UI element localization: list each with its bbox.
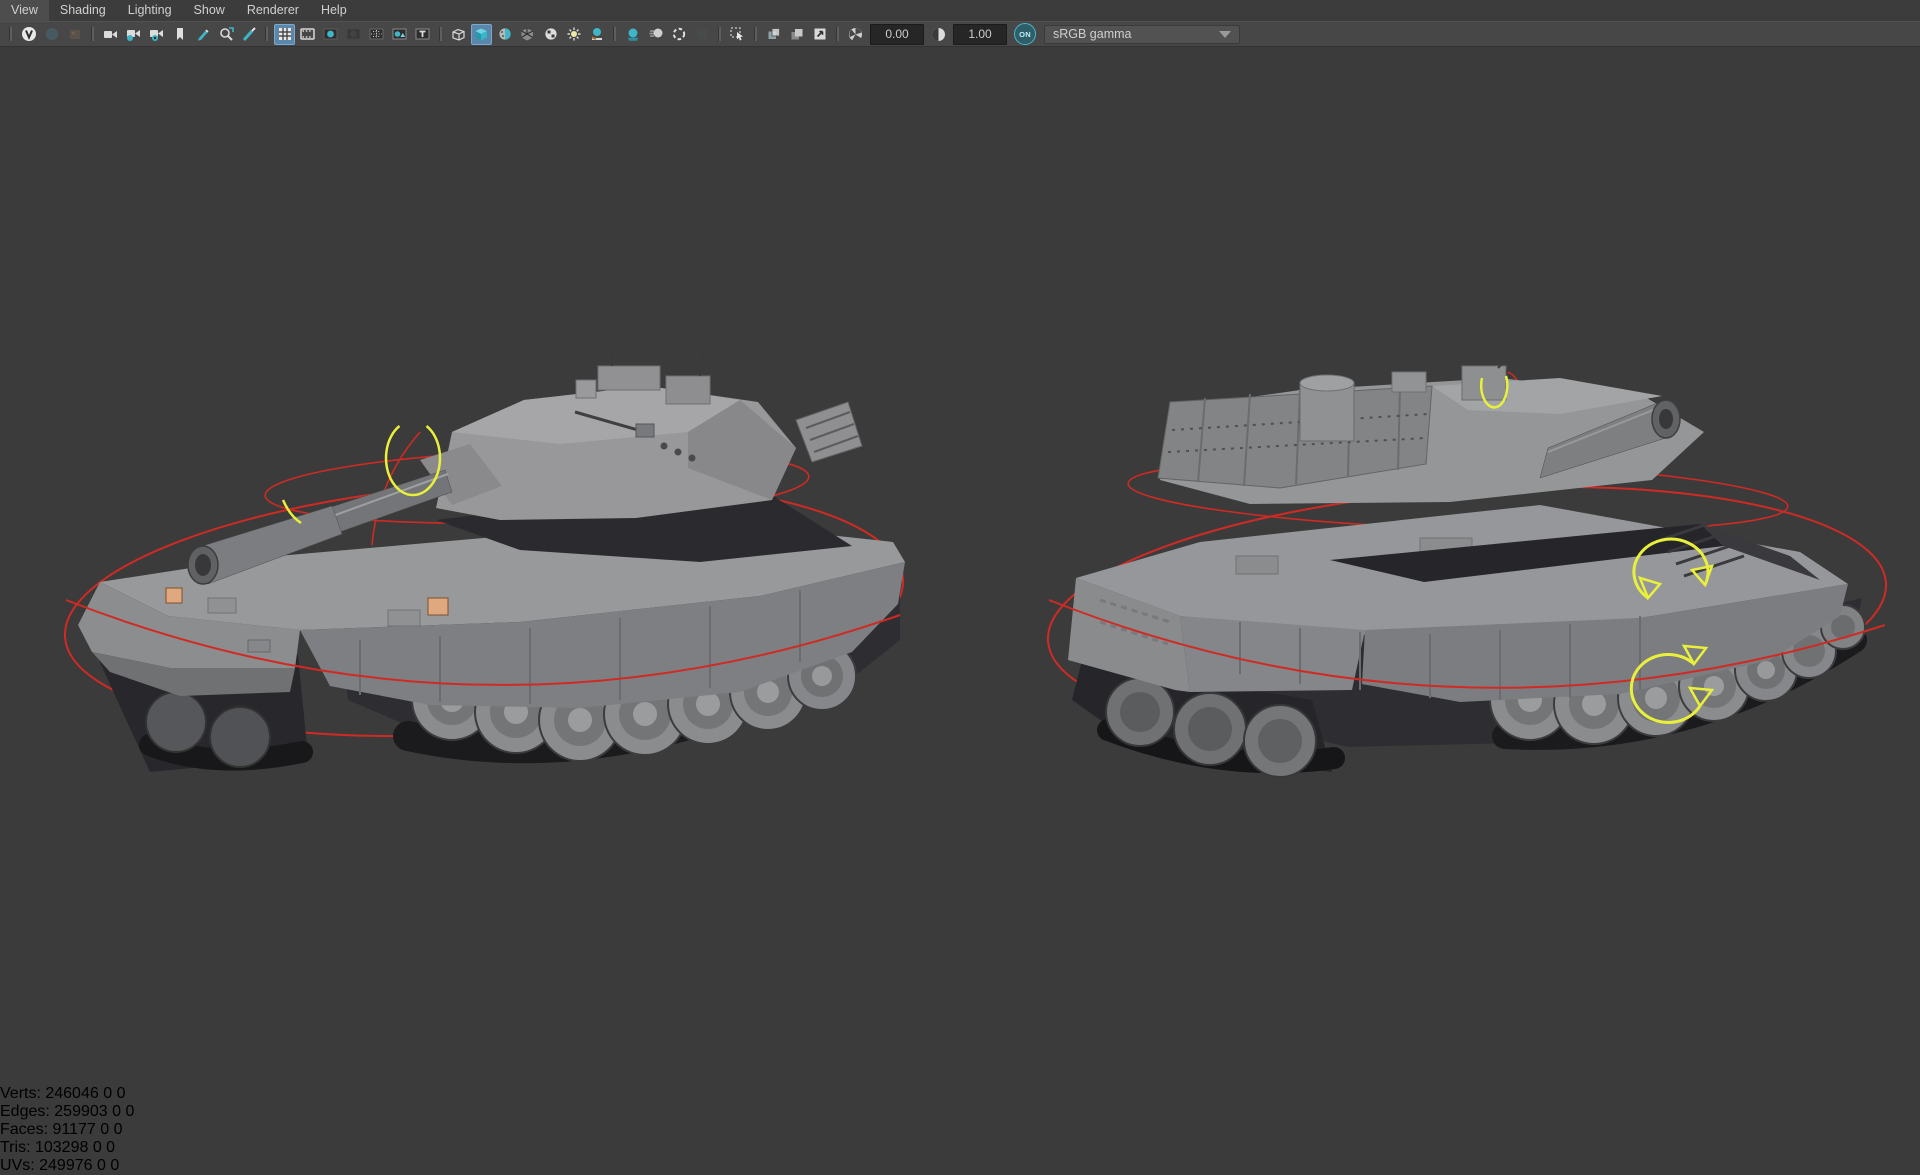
smooth-shade-icon[interactable] xyxy=(471,23,492,45)
hud-verts-col3: 0 xyxy=(116,1085,126,1102)
xray-icon[interactable] xyxy=(763,24,784,45)
anti-aliasing-icon[interactable] xyxy=(668,24,689,45)
menu-view[interactable]: View xyxy=(0,0,49,21)
hud-uvs-col2: 0 xyxy=(96,1157,106,1174)
wireframe-on-shaded-icon[interactable] xyxy=(517,24,538,45)
tank-model-right[interactable] xyxy=(1068,317,1867,778)
scene-3d-view xyxy=(63,317,1888,778)
hud-uvs-label: UVs: xyxy=(0,1157,35,1174)
grid-icon[interactable] xyxy=(274,23,295,45)
hud-edges-total: 259903 xyxy=(54,1103,108,1120)
gate-mask-icon[interactable] xyxy=(343,24,364,45)
toolbar-separator xyxy=(613,27,616,41)
view-transform-dropdown[interactable]: sRGB gamma xyxy=(1044,24,1240,44)
plugin-shapes-icon[interactable] xyxy=(809,24,830,45)
hud-verts-label: Verts: xyxy=(0,1085,41,1102)
use-all-lights-icon[interactable] xyxy=(563,24,584,45)
hud-row-tris: Tris: 103298 0 0 xyxy=(0,1139,1920,1157)
film-gate-icon[interactable] xyxy=(297,24,318,45)
pan-zoom-tool-icon[interactable] xyxy=(215,24,236,45)
hud-tris-label: Tris: xyxy=(0,1139,31,1156)
isolate-select-icon[interactable] xyxy=(727,24,748,45)
highlight-object-left-a[interactable] xyxy=(165,587,183,604)
resolution-gate-icon[interactable] xyxy=(320,24,341,45)
poly-count-hud: Verts: 246046 0 0 Edges: 259903 0 0 Face… xyxy=(0,1085,1920,1175)
hud-row-uvs: UVs: 249976 0 0 xyxy=(0,1157,1920,1175)
image-plane-dim-icon[interactable] xyxy=(64,24,85,45)
color-management-toggle[interactable]: ON xyxy=(1014,23,1036,45)
hud-faces-total: 91177 xyxy=(52,1121,96,1138)
hud-edges-col2: 0 xyxy=(112,1103,122,1120)
hud-tris-total: 103298 xyxy=(34,1139,89,1156)
pan-zoom-2d-dim-icon[interactable] xyxy=(41,24,62,45)
hud-uvs-col3: 0 xyxy=(110,1157,120,1174)
camera-attributes-icon[interactable] xyxy=(146,24,167,45)
toolbar-separator xyxy=(754,27,757,41)
hud-edges-col3: 0 xyxy=(125,1103,135,1120)
toolbar-separator xyxy=(439,27,442,41)
wireframe-cube-icon[interactable] xyxy=(448,24,469,45)
toolbar-separator xyxy=(91,27,94,41)
hud-faces-col2: 0 xyxy=(100,1121,110,1138)
panel-toolbar: ON sRGB gamma xyxy=(0,21,1920,47)
textured-icon[interactable] xyxy=(540,24,561,45)
hud-tris-col2: 0 xyxy=(92,1139,102,1156)
view-transform-value: sRGB gamma xyxy=(1053,27,1132,41)
safe-title-icon[interactable] xyxy=(412,24,433,45)
select-camera-icon[interactable] xyxy=(100,24,121,45)
tank-model-left[interactable] xyxy=(78,339,905,772)
default-material-icon[interactable] xyxy=(494,24,515,45)
hud-verts-total: 246046 xyxy=(45,1085,99,1102)
contrast-icon[interactable] xyxy=(928,24,949,45)
exposure-field[interactable] xyxy=(870,23,924,45)
pick-tool-icon[interactable] xyxy=(238,24,259,45)
field-chart-icon[interactable] xyxy=(366,24,387,45)
chevron-down-icon xyxy=(1219,30,1231,38)
toolbar-separator xyxy=(836,27,839,41)
depth-of-field-icon[interactable] xyxy=(691,24,712,45)
hud-tris-col3: 0 xyxy=(106,1139,116,1156)
gamma-field[interactable] xyxy=(953,23,1007,45)
toolbar-separator xyxy=(265,27,268,41)
toolbar-separator xyxy=(718,27,721,41)
grease-pencil-icon[interactable] xyxy=(192,24,213,45)
menu-lighting[interactable]: Lighting xyxy=(117,0,183,21)
motion-blur-icon[interactable] xyxy=(645,24,666,45)
hud-uvs-total: 249976 xyxy=(39,1157,93,1174)
viewport-panel[interactable]: Verts: 246046 0 0 Edges: 259903 0 0 Face… xyxy=(0,0,1920,1174)
shadows-icon[interactable] xyxy=(586,24,607,45)
menu-help[interactable]: Help xyxy=(310,0,358,21)
panel-menu-bar: View Shading Lighting Show Renderer Help xyxy=(0,0,1920,21)
menu-renderer[interactable]: Renderer xyxy=(236,0,310,21)
bookmark-view-icon[interactable] xyxy=(169,24,190,45)
hud-row-edges: Edges: 259903 0 0 xyxy=(0,1103,1920,1121)
hud-faces-col3: 0 xyxy=(113,1121,123,1138)
lock-camera-icon[interactable] xyxy=(123,24,144,45)
hud-row-faces: Faces: 91177 0 0 xyxy=(0,1121,1920,1139)
exposure-icon[interactable] xyxy=(845,24,866,45)
hud-row-verts: Verts: 246046 0 0 xyxy=(0,1085,1920,1103)
menu-shading[interactable]: Shading xyxy=(49,0,117,21)
highlight-object-left-b[interactable] xyxy=(427,597,449,616)
safe-action-icon[interactable] xyxy=(389,24,410,45)
toolbar-separator xyxy=(9,27,12,41)
ssao-icon[interactable] xyxy=(622,24,643,45)
xray-active-icon[interactable] xyxy=(786,24,807,45)
renderer-badge-icon[interactable] xyxy=(18,24,39,45)
hud-edges-label: Edges: xyxy=(0,1103,50,1120)
hud-faces-label: Faces: xyxy=(0,1121,49,1138)
menu-show[interactable]: Show xyxy=(183,0,236,21)
hud-verts-col2: 0 xyxy=(103,1085,113,1102)
